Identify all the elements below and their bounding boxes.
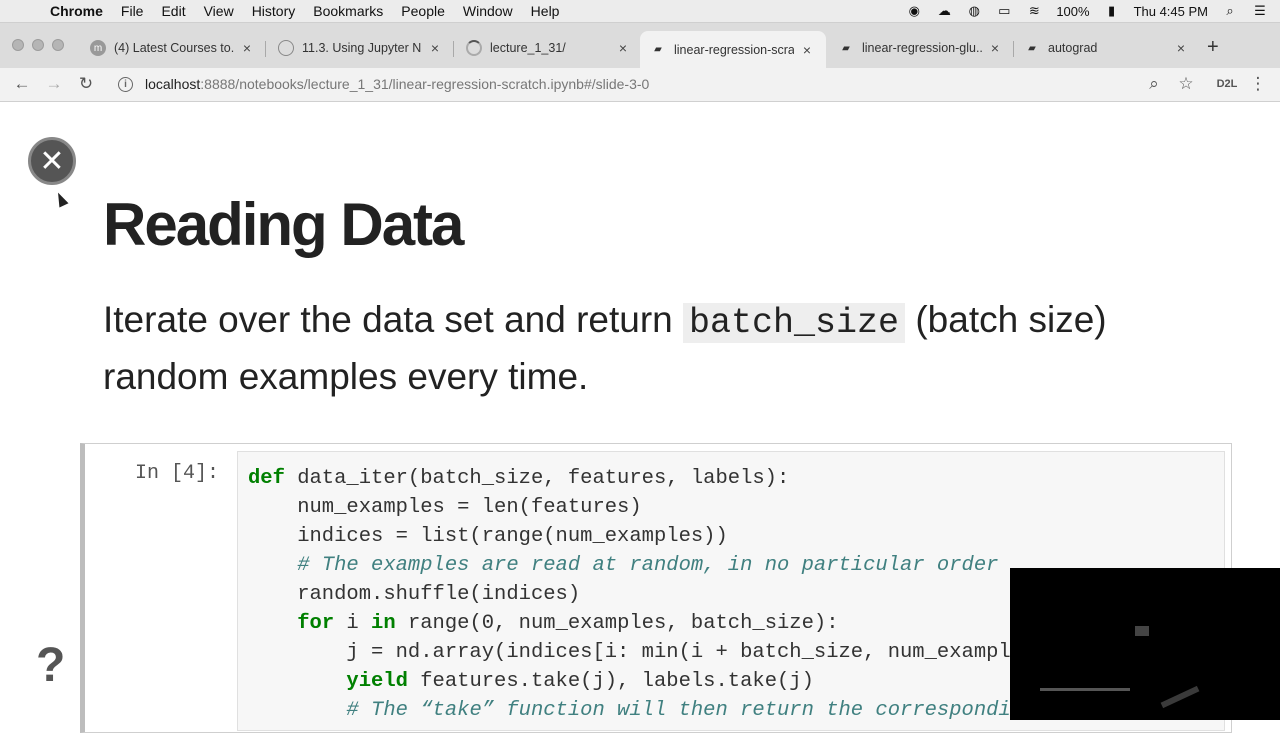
clock[interactable]: Thu 4:45 PM — [1134, 4, 1208, 19]
menu-file[interactable]: File — [121, 3, 144, 19]
close-tab-icon[interactable]: × — [240, 40, 254, 56]
close-slideshow-button[interactable]: ✕ — [28, 137, 76, 185]
tab-strip: m (4) Latest Courses to... × 11.3. Using… — [0, 23, 1280, 68]
menu-edit[interactable]: Edit — [161, 3, 185, 19]
close-icon: ✕ — [39, 144, 65, 178]
forward-arrow-icon[interactable]: → — [44, 74, 64, 94]
tab-autograd[interactable]: ▰ autograd × — [1014, 33, 1200, 63]
url-host: localhost — [145, 76, 201, 92]
mouse-cursor-icon — [53, 190, 69, 208]
profile-badge[interactable]: D2L — [1212, 74, 1242, 94]
webcam-video-overlay — [1010, 568, 1280, 720]
back-arrow-icon[interactable]: ← — [12, 74, 32, 94]
zoom-window-button[interactable] — [52, 39, 64, 51]
zoom-icon[interactable]: ⌕ — [1144, 74, 1164, 94]
close-window-button[interactable] — [12, 39, 24, 51]
globe-icon[interactable]: ◍ — [966, 3, 982, 19]
macos-menu-bar: Chrome File Edit View History Bookmarks … — [0, 0, 1280, 23]
close-tab-icon[interactable]: × — [428, 40, 442, 56]
close-tab-icon[interactable]: × — [616, 40, 630, 56]
inline-code: batch_size — [683, 303, 906, 343]
vpn-icon[interactable]: ◉ — [906, 3, 922, 19]
close-tab-icon[interactable]: × — [1174, 40, 1188, 56]
url-path: :8888/notebooks/lecture_1_31/linear-regr… — [200, 76, 650, 92]
loading-icon — [466, 40, 482, 56]
minimize-window-button[interactable] — [32, 39, 44, 51]
bookmark-star-icon[interactable]: ☆ — [1176, 74, 1196, 94]
new-tab-button[interactable]: + — [1207, 36, 1219, 59]
notebook-icon: ▰ — [842, 42, 850, 54]
slide-title: Reading Data — [103, 191, 464, 258]
site-info-icon[interactable]: i — [118, 76, 133, 92]
close-tab-icon[interactable]: × — [988, 40, 1002, 56]
notification-center-icon[interactable]: ☰ — [1252, 3, 1268, 19]
airplay-icon[interactable]: ▭ — [996, 3, 1012, 19]
reload-icon[interactable]: ↻ — [76, 74, 96, 94]
battery-icon[interactable]: ▮ — [1104, 3, 1120, 19]
menu-help[interactable]: Help — [531, 3, 560, 19]
menu-view[interactable]: View — [204, 3, 234, 19]
battery-percent: 100% — [1056, 3, 1090, 19]
spotlight-search-icon[interactable]: ⌕ — [1222, 3, 1238, 19]
window-controls — [12, 39, 64, 51]
menu-people[interactable]: People — [401, 3, 445, 19]
wifi-icon[interactable]: ≋ — [1026, 3, 1042, 19]
udemy-icon: m — [90, 40, 106, 56]
tab-linear-regression-scratch[interactable]: ▰ linear-regression-scra... × — [640, 31, 826, 68]
help-icon[interactable]: ? — [36, 638, 65, 693]
tab-using-jupyter[interactable]: 11.3. Using Jupyter N... × — [268, 33, 454, 63]
menu-app-chrome[interactable]: Chrome — [50, 3, 103, 19]
cloud-upload-icon[interactable]: ☁ — [936, 3, 952, 19]
tab-lecture-1-31[interactable]: lecture_1_31/ × — [456, 33, 642, 63]
menu-history[interactable]: History — [252, 3, 296, 19]
menu-bookmarks[interactable]: Bookmarks — [313, 3, 383, 19]
chrome-menu-icon[interactable]: ⋮ — [1248, 74, 1268, 94]
tab-latest-courses[interactable]: m (4) Latest Courses to... × — [80, 33, 266, 63]
browser-toolbar: ← → ↻ i localhost:8888/notebooks/lecture… — [0, 68, 1280, 102]
notebook-icon: ▰ — [1028, 42, 1036, 54]
menu-bar-status-area: ◉ ☁ ◍ ▭ ≋ 100% ▮ Thu 4:45 PM ⌕ ☰ — [906, 0, 1268, 22]
notebook-icon: ▰ — [654, 44, 662, 55]
d2l-icon — [278, 40, 294, 56]
tab-linear-regression-gluon[interactable]: ▰ linear-regression-glu... × — [828, 33, 1014, 63]
cell-prompt: In [4]: — [135, 462, 220, 485]
slide-paragraph: Iterate over the data set and return bat… — [103, 299, 1107, 397]
address-bar[interactable]: i localhost:8888/notebooks/lecture_1_31/… — [108, 72, 1208, 96]
close-tab-icon[interactable]: × — [800, 42, 814, 58]
menu-window[interactable]: Window — [463, 3, 513, 19]
